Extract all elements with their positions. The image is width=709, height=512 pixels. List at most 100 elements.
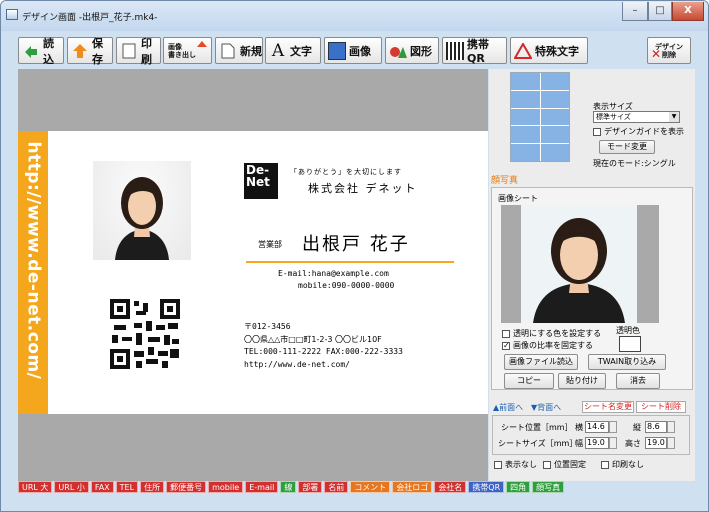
element-tag[interactable]: コメント xyxy=(350,481,391,493)
window-title: デザイン画面 -出根戸_花子.mk4- xyxy=(22,13,158,23)
horizontal-input[interactable]: 14.6 xyxy=(585,421,609,433)
fix-ratio-checkbox[interactable]: ✓ 画像の比率を固定する xyxy=(502,340,593,351)
postal-code[interactable]: 〒012-3456 xyxy=(244,321,291,332)
front-button[interactable]: ▲前面へ xyxy=(493,402,523,413)
special-char-button[interactable]: 特殊文字 xyxy=(510,37,588,64)
mobile[interactable]: mobile:090-0000-0000 xyxy=(298,281,394,290)
element-tag[interactable]: 顔写真 xyxy=(532,481,565,493)
element-tag[interactable]: 会社名 xyxy=(434,481,467,493)
width-stepper[interactable] xyxy=(609,437,617,449)
shape-icon xyxy=(389,42,407,60)
maximize-button[interactable]: □ xyxy=(648,2,672,21)
new-button[interactable]: 新規 xyxy=(215,37,263,64)
hide-check-box[interactable] xyxy=(494,460,502,469)
vertical-stepper[interactable] xyxy=(667,421,675,433)
element-tag[interactable]: URL 小 xyxy=(54,481,89,493)
delete-design-button[interactable]: デザイン 削除 ✕ xyxy=(647,37,691,64)
url-small[interactable]: http://www.de-net.com/ xyxy=(244,360,350,369)
save-label: 保存 xyxy=(92,36,103,66)
copy-button[interactable]: コピー xyxy=(504,373,554,389)
twain-button[interactable]: TWAIN取り込み xyxy=(588,354,666,370)
element-tag[interactable]: 名前 xyxy=(324,481,349,493)
element-tag[interactable]: 会社ロゴ xyxy=(392,481,433,493)
lock-pos-check-box[interactable] xyxy=(543,460,551,469)
display-size-select[interactable]: 標準サイズ ▼ xyxy=(593,111,680,123)
element-tag[interactable]: URL 大 xyxy=(18,481,53,493)
element-tag[interactable]: TEL xyxy=(115,481,139,493)
image-button[interactable]: 画像 xyxy=(324,37,382,64)
rename-sheet-button[interactable]: シート名変更 xyxy=(582,401,634,413)
hide-checkbox[interactable]: 表示なし xyxy=(494,459,537,470)
no-print-check-box[interactable] xyxy=(601,460,609,469)
paste-button[interactable]: 貼り付け xyxy=(558,373,606,389)
orange-line[interactable] xyxy=(246,261,454,263)
transparent-color-label: 透明色 xyxy=(616,326,640,335)
app-icon xyxy=(6,9,18,20)
face-photo[interactable] xyxy=(93,161,191,260)
export-label-1: 画像 xyxy=(168,42,182,51)
company-name[interactable]: 株式会社 デネット xyxy=(308,180,418,196)
height-stepper[interactable] xyxy=(667,437,675,449)
image-sheet-preview[interactable] xyxy=(501,205,659,323)
save-button[interactable]: 保存 xyxy=(67,36,113,66)
shape-button[interactable]: 図形 xyxy=(385,37,439,64)
width-input[interactable]: 19.0 xyxy=(585,437,609,449)
qr-label: 携帯QR xyxy=(467,38,489,65)
transparent-check-box[interactable] xyxy=(502,329,510,338)
vertical-input[interactable]: 8.6 xyxy=(645,421,667,433)
print-button[interactable]: 印刷 xyxy=(116,37,161,66)
element-tag[interactable]: 郵便番号 xyxy=(166,481,207,493)
element-tag[interactable]: mobile xyxy=(208,481,244,493)
guide-checkbox[interactable]: デザインガイドを表示 xyxy=(593,126,684,137)
element-tag[interactable]: 部署 xyxy=(298,481,323,493)
text-label: 文字 xyxy=(290,44,312,58)
business-card[interactable]: http://www.de-net.com/ De- Net 「ありがとう」を大… xyxy=(18,131,488,414)
element-tag[interactable]: FAX xyxy=(90,481,114,493)
no-print-checkbox[interactable]: 印刷なし xyxy=(601,459,644,470)
tagline[interactable]: 「ありがとう」を大切にします xyxy=(290,167,402,177)
department[interactable]: 営業部 xyxy=(258,239,282,250)
lock-pos-label: 位置固定 xyxy=(554,460,586,469)
fix-ratio-check-box[interactable]: ✓ xyxy=(502,341,510,350)
display-size-value: 標準サイズ xyxy=(596,113,631,121)
delete-sheet-button[interactable]: シート削除 xyxy=(636,401,686,413)
text-a-icon: A xyxy=(271,40,285,61)
image-icon xyxy=(328,41,346,60)
element-tag[interactable]: 携帯QR xyxy=(468,481,505,493)
erase-button[interactable]: 消去 xyxy=(616,373,660,389)
guide-check-box[interactable] xyxy=(593,127,601,136)
qr-button[interactable]: 携帯QR xyxy=(442,37,507,65)
back-button[interactable]: ▼背面へ xyxy=(531,402,561,413)
element-tag[interactable]: E-mail xyxy=(245,481,279,493)
person-name[interactable]: 出根戸 花子 xyxy=(302,230,410,256)
title-bar: デザイン画面 -出根戸_花子.mk4- – □ X xyxy=(1,1,708,31)
image-file-button[interactable]: 画像ファイル読込 xyxy=(504,354,578,370)
qr-code[interactable] xyxy=(110,299,180,369)
photo-tab[interactable]: 顔写真 xyxy=(491,173,518,186)
horizontal-stepper[interactable] xyxy=(609,421,617,433)
design-canvas[interactable]: http://www.de-net.com/ De- Net 「ありがとう」を大… xyxy=(18,69,488,481)
vertical-url-band[interactable]: http://www.de-net.com/ xyxy=(18,131,48,414)
company-logo[interactable]: De- Net xyxy=(244,163,278,199)
tel-fax[interactable]: TEL:000-111-2222 FAX:000-222-3333 xyxy=(244,347,403,356)
export-label-2: 書き出し xyxy=(168,50,196,59)
email[interactable]: E-mail:hana@example.com xyxy=(278,269,389,278)
transparent-checkbox[interactable]: 透明にする色を設定する xyxy=(502,328,601,339)
export-image-button[interactable]: 画像 書き出し xyxy=(163,37,212,64)
element-tag[interactable]: 線 xyxy=(280,481,297,493)
layout-grid[interactable] xyxy=(510,72,570,162)
height-input[interactable]: 19.0 xyxy=(645,437,667,449)
sheet-pos-label: シート位置［mm］ xyxy=(501,423,573,432)
element-tag[interactable]: 住所 xyxy=(140,481,165,493)
transparent-color-swatch[interactable] xyxy=(619,336,641,352)
mode-change-button[interactable]: モード変更 xyxy=(599,140,655,154)
close-button[interactable]: X xyxy=(672,2,704,21)
app-window: デザイン画面 -出根戸_花子.mk4- – □ X 読込 保存 印刷 画像 書き… xyxy=(0,0,709,512)
sheet-geometry-group: シート位置［mm］ 横 14.6 縦 8.6 シートサイズ［mm］ 幅 19.0… xyxy=(492,415,690,455)
address[interactable]: 〇〇県△△市□□町1-2-3 〇〇ビル10F xyxy=(244,334,382,345)
minimize-button[interactable]: – xyxy=(622,2,648,21)
element-tag[interactable]: 四角 xyxy=(506,481,531,493)
lock-pos-checkbox[interactable]: 位置固定 xyxy=(543,459,586,470)
text-button[interactable]: A 文字 xyxy=(265,37,321,64)
load-button[interactable]: 読込 xyxy=(18,37,64,66)
